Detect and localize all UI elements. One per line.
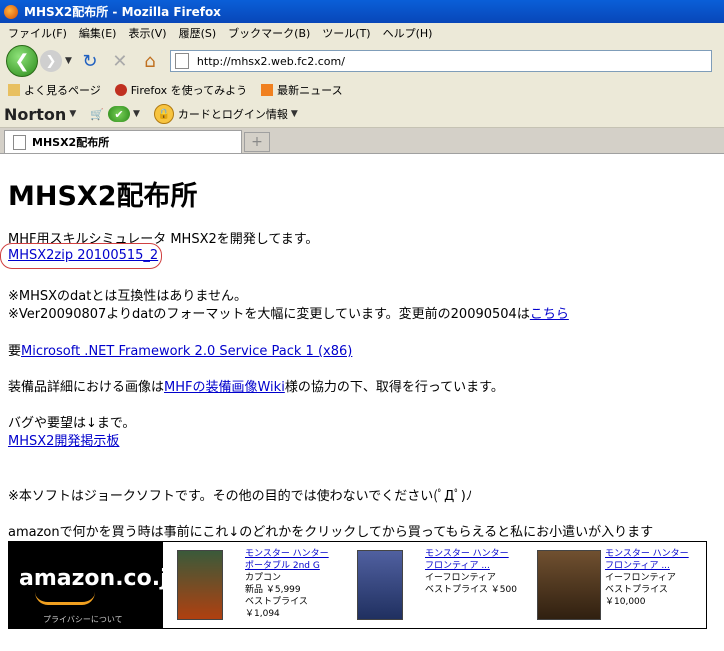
tab-strip: MHSX2配布所 + [0, 128, 724, 154]
product-maker: カプコン [245, 573, 282, 583]
tab-label: MHSX2配布所 [32, 136, 110, 149]
safe-shopping-widget[interactable]: 🛒 ✔ ▼ [90, 106, 140, 122]
back-button[interactable]: ❮ [6, 45, 38, 77]
bookmark-latest-news[interactable]: 最新ニュース [261, 82, 343, 98]
norton-toolbar: Norton ▼ 🛒 ✔ ▼ 🔒 カードとログイン情報 ▼ [0, 101, 724, 128]
product-best-price: ￥1,094 [245, 609, 280, 619]
joke-note: ※本ソフトはジョークソフトです。その他の目的では使わないでください(ﾟДﾟ)ﾉ [8, 489, 473, 504]
product-maker: イーフロンティア [605, 573, 676, 583]
bug-report-text: バグや要望は↓まで。 [8, 416, 136, 431]
forward-button[interactable]: ❯ [40, 50, 62, 72]
product-maker: イーフロンティア [425, 573, 496, 583]
title-bar: MHSX2配布所 - Mozilla Firefox [0, 0, 724, 23]
cart-dropdown-icon[interactable]: ▼ [133, 109, 140, 119]
menu-help[interactable]: ヘルプ(H) [383, 25, 433, 41]
menu-edit[interactable]: 編集(E) [79, 25, 117, 41]
menu-bar: ファイル(F) 編集(E) 表示(V) 履歴(S) ブックマーク(B) ツール(… [0, 23, 724, 43]
product-price: 新品 ￥5,999 [245, 585, 301, 595]
product-best-label: ベストプライス [605, 585, 668, 595]
equip-credit-line: 装備品詳細における画像はMHFの装備画像Wiki様の協力の下、取得を行っています… [8, 380, 504, 395]
product-image[interactable] [537, 550, 601, 620]
product-image[interactable] [357, 550, 403, 620]
amazon-product-3[interactable]: モンスター ハンター フロンティア ... イーフロンティア ベストプライス ￥… [523, 542, 703, 628]
product-title-1[interactable]: モンスター ハンター [425, 548, 517, 560]
page-content: MHSX2配布所 MHF用スキルシミュレータ MHSX2を開発してます。 MHS… [0, 154, 724, 651]
product-best-label: ベストプライス [245, 597, 308, 607]
norton-dropdown-icon[interactable]: ▼ [69, 109, 76, 119]
menu-file[interactable]: ファイル(F) [8, 25, 67, 41]
check-icon: ✔ [107, 106, 130, 122]
card-dropdown-icon[interactable]: ▼ [291, 109, 298, 119]
page-icon [13, 134, 26, 150]
old-version-link[interactable]: こちら [530, 307, 569, 322]
amazon-message: amazonで何かを買う時は事前にこれ↓のどれかをクリックしてから買ってもらえる… [8, 525, 654, 540]
menu-tools[interactable]: ツール(T) [322, 25, 370, 41]
home-icon[interactable]: ⌂ [138, 49, 162, 73]
cart-icon: 🛒 [90, 107, 104, 121]
firefox-bookmark-icon [114, 84, 127, 96]
product-image[interactable] [177, 550, 223, 620]
window-title: MHSX2配布所 - Mozilla Firefox [24, 5, 221, 19]
url-input[interactable] [194, 53, 699, 69]
bookmarks-toolbar: よく見るページ Firefox を使ってみよう 最新ニュース [0, 79, 724, 101]
dotnet-link[interactable]: Microsoft .NET Framework 2.0 Service Pac… [21, 344, 352, 359]
url-bar[interactable] [169, 50, 712, 72]
amazon-logo[interactable]: amazon.co.jp プライバシーについて [9, 542, 183, 628]
navigation-toolbar: ❮ ❯ ▼ ↻ ✕ ⌂ [0, 43, 724, 79]
tab-mhsx2[interactable]: MHSX2配布所 [4, 130, 242, 153]
menu-history[interactable]: 履歴(S) [179, 25, 217, 41]
amazon-product-2[interactable]: モンスター ハンター フロンティア ... イーフロンティア ベストプライス ￥… [343, 542, 523, 628]
compat-note-2: ※Ver20090807よりdatのフォーマットを大幅に変更しています。変更前の… [8, 307, 569, 322]
bookmark-most-visited[interactable]: よく見るページ [8, 82, 101, 98]
norton-logo[interactable]: Norton [4, 105, 66, 124]
equip-wiki-link[interactable]: MHFの装備画像Wiki [164, 380, 285, 395]
requirement-line: 要Microsoft .NET Framework 2.0 Service Pa… [8, 344, 353, 359]
stop-icon[interactable]: ✕ [108, 49, 132, 73]
product-title-1[interactable]: モンスター ハンター [245, 548, 329, 560]
page-icon [174, 53, 189, 69]
new-tab-button[interactable]: + [244, 132, 270, 152]
amazon-product-1[interactable]: モンスター ハンター ポータブル 2nd G カプコン 新品 ￥5,999 ベス… [163, 542, 343, 628]
history-dropdown-icon[interactable]: ▼ [65, 56, 72, 66]
product-title-1[interactable]: モンスター ハンター [605, 548, 689, 560]
page-title: MHSX2配布所 [8, 181, 198, 212]
compat-note-1: ※MHSXのdatとは互換性はありません。 [8, 289, 247, 304]
folder-icon [8, 84, 20, 96]
product-title-2[interactable]: フロンティア ... [425, 560, 517, 572]
amazon-smile-icon [35, 592, 95, 605]
product-price: ベストプライス ￥500 [425, 585, 517, 595]
product-title-2[interactable]: フロンティア ... [605, 560, 689, 572]
download-link[interactable]: MHSX2zip 20100515_2 [8, 248, 158, 263]
bookmark-getting-started[interactable]: Firefox を使ってみよう [114, 82, 247, 98]
menu-bookmarks[interactable]: ブックマーク(B) [228, 25, 310, 41]
amazon-widget: amazon.co.jp プライバシーについて モンスター ハンター ポータブル… [8, 541, 707, 629]
bbs-link[interactable]: MHSX2開発掲示板 [8, 434, 119, 449]
firefox-icon [4, 4, 18, 19]
reload-icon[interactable]: ↻ [78, 49, 102, 73]
product-best-price: ￥10,000 [605, 597, 646, 607]
lock-icon[interactable]: 🔒 [153, 104, 174, 124]
rss-icon [261, 84, 274, 96]
privacy-link[interactable]: プライバシーについて [43, 614, 123, 625]
menu-view[interactable]: 表示(V) [128, 25, 166, 41]
card-login-label[interactable]: カードとログイン情報 [178, 106, 288, 122]
product-title-2[interactable]: ポータブル 2nd G [245, 560, 329, 572]
